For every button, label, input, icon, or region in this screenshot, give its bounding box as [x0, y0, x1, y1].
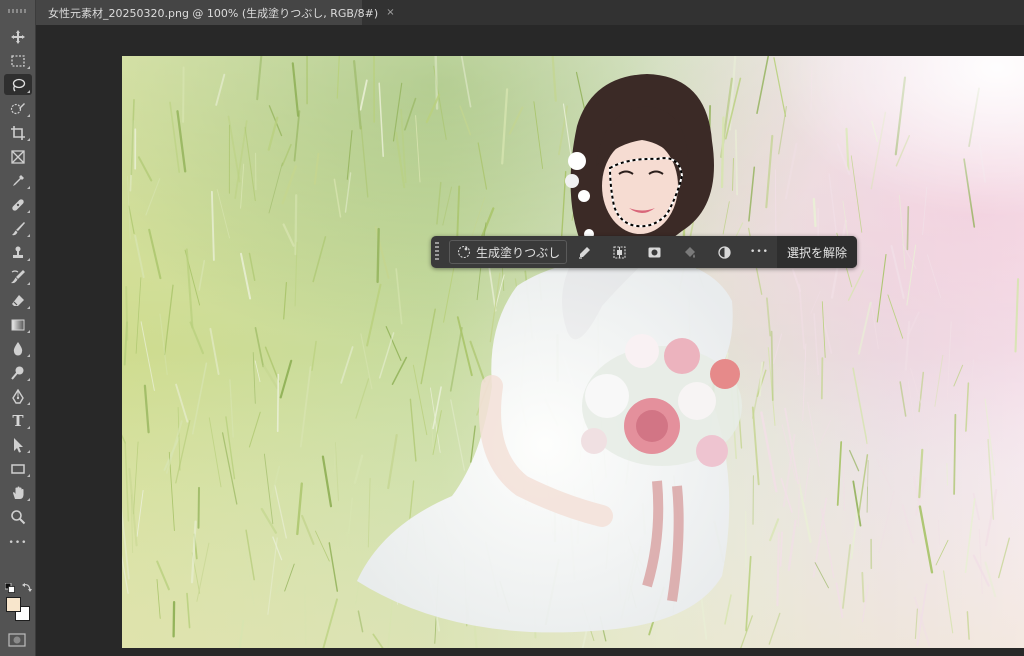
- rectangle-icon: [11, 463, 25, 474]
- clone-stamp-tool[interactable]: [4, 242, 32, 263]
- move-tool[interactable]: [4, 26, 32, 47]
- more-icon: •••: [750, 247, 769, 257]
- eyedropper-icon: [13, 174, 24, 186]
- frame-tool[interactable]: [4, 146, 32, 167]
- document-canvas[interactable]: [122, 56, 1024, 648]
- type-icon: T: [12, 411, 24, 430]
- crop-icon: [11, 125, 25, 140]
- generative-fill-button[interactable]: 生成塗りつぶし: [449, 240, 567, 264]
- drop-icon: [13, 341, 23, 355]
- adjustment-layer-button[interactable]: [707, 236, 742, 268]
- frame-icon: [11, 149, 25, 164]
- create-mask-button[interactable]: [637, 236, 672, 268]
- pen-tool[interactable]: [4, 386, 32, 407]
- bandage-icon: [12, 198, 24, 211]
- fill-icon: [685, 246, 695, 258]
- history-brush-tool[interactable]: [4, 266, 32, 287]
- edit-toolbar[interactable]: •••: [4, 532, 32, 553]
- lasso-tool[interactable]: [4, 74, 32, 95]
- deselect-button[interactable]: 選択を解除: [777, 236, 858, 268]
- dodge-icon: [11, 366, 24, 380]
- brush-tool[interactable]: [4, 218, 32, 239]
- canvas-area: [37, 25, 1024, 656]
- generative-fill-label: 生成塗りつぶし: [476, 245, 561, 260]
- default-colors-icon[interactable]: [5, 583, 15, 593]
- move-icon: [11, 29, 25, 44]
- invert-selection-button[interactable]: [602, 236, 637, 268]
- more-options-button[interactable]: •••: [742, 236, 777, 268]
- adjustment-icon: [718, 245, 731, 259]
- eyedropper-tool[interactable]: [4, 170, 32, 191]
- photo-image: [122, 56, 1024, 648]
- panel-grip[interactable]: [8, 9, 28, 13]
- stamp-icon: [13, 246, 23, 258]
- dodge-tool[interactable]: [4, 362, 32, 383]
- color-swatches: [4, 580, 34, 624]
- eraser-icon: [12, 294, 24, 306]
- type-tool[interactable]: T: [4, 410, 32, 431]
- zoom-tool[interactable]: [4, 506, 32, 527]
- blur-tool[interactable]: [4, 338, 32, 359]
- modify-selection-button[interactable]: [567, 236, 602, 268]
- history-brush-icon: [11, 269, 25, 283]
- document-tab-title: 女性元素材_20250320.png @ 100% (生成塗りつぶし, RGB/…: [48, 6, 379, 20]
- fill-selection-button[interactable]: [672, 236, 707, 268]
- eraser-tool[interactable]: [4, 290, 32, 311]
- photoshop-window: 女性元素材_20250320.png @ 100% (生成塗りつぶし, RGB/…: [0, 0, 1024, 656]
- arrow-icon: [14, 437, 23, 452]
- brush-icon: [12, 221, 25, 235]
- generative-fill-icon: [457, 245, 471, 259]
- rectangle-tool[interactable]: [4, 458, 32, 479]
- gradient-icon: [11, 319, 25, 330]
- contextual-task-bar: 生成塗りつぶし ••• 選択を解除: [431, 236, 858, 268]
- document-tab[interactable]: 女性元素材_20250320.png @ 100% (生成塗りつぶし, RGB/…: [36, 0, 395, 25]
- quick-mask-icon[interactable]: [8, 633, 26, 647]
- tools-panel: T •••: [0, 0, 36, 656]
- rectangular-marquee-tool[interactable]: [4, 50, 32, 71]
- hand-icon: [13, 486, 24, 499]
- swap-colors-icon[interactable]: [22, 582, 32, 592]
- mask-icon: [648, 247, 661, 257]
- zoom-icon: [11, 509, 26, 524]
- spot-healing-tool[interactable]: [4, 194, 32, 215]
- gradient-tool[interactable]: [4, 314, 32, 335]
- invert-selection-icon: [613, 245, 626, 259]
- object-selection-icon: [10, 102, 25, 114]
- lasso-icon: [12, 78, 26, 91]
- taskbar-drag-handle[interactable]: [431, 236, 443, 268]
- path-selection-tool[interactable]: [4, 434, 32, 455]
- modify-selection-icon: [579, 246, 590, 259]
- object-selection-tool[interactable]: [4, 98, 32, 119]
- foreground-color-swatch[interactable]: [6, 597, 21, 612]
- marquee-icon: [11, 54, 25, 67]
- pen-icon: [12, 388, 24, 404]
- document-tab-bar: 女性元素材_20250320.png @ 100% (生成塗りつぶし, RGB/…: [36, 0, 1024, 25]
- close-icon[interactable]: ×: [386, 7, 394, 18]
- crop-tool[interactable]: [4, 122, 32, 143]
- deselect-label: 選択を解除: [787, 245, 848, 260]
- more-icon: •••: [8, 537, 28, 548]
- hand-tool[interactable]: [4, 482, 32, 503]
